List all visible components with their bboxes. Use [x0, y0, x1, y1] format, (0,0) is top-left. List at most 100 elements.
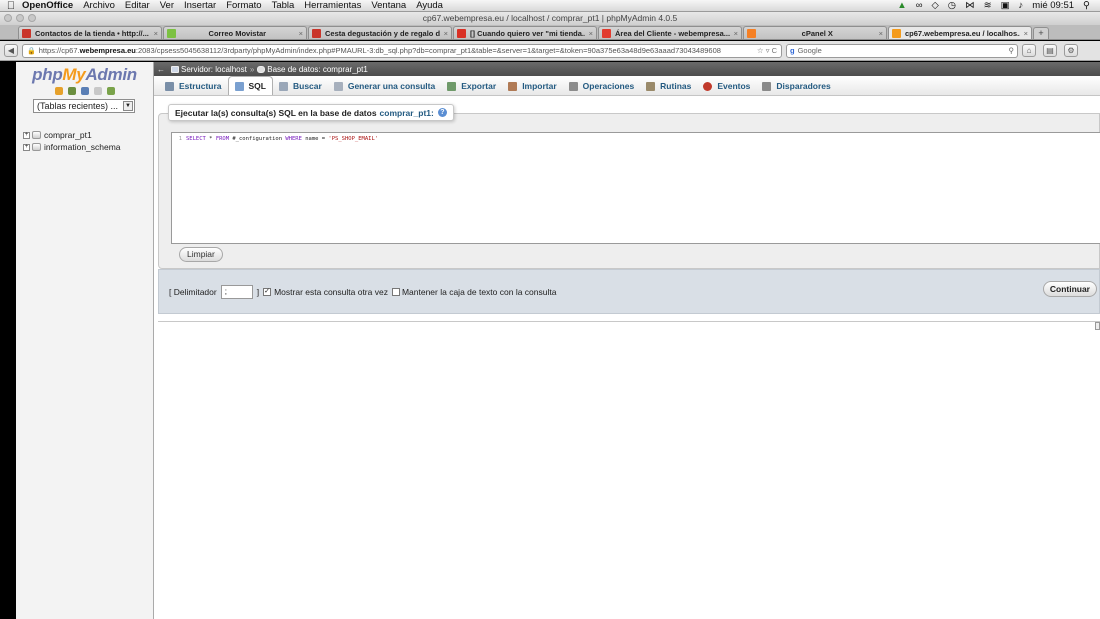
browser-tab[interactable]: Contactos de la tienda • http://... × [18, 26, 162, 39]
chevron-down-icon: ▼ [123, 101, 133, 111]
tab-sql[interactable]: SQL [227, 76, 273, 95]
db-tree-item[interactable]: + information_schema [23, 141, 153, 153]
tab-label: Generar una consulta [347, 81, 436, 91]
new-tab-button[interactable]: + [1033, 27, 1049, 39]
browser-tab[interactable]: Correo Movistar × [163, 26, 307, 39]
reload-icon[interactable] [106, 87, 115, 95]
menu-tabla[interactable]: Tabla [272, 0, 295, 11]
browser-tab-active[interactable]: cp67.webempresa.eu / localhos... × [888, 26, 1032, 39]
expand-icon[interactable]: + [23, 143, 30, 151]
delimiter-input[interactable]: ; [220, 284, 253, 299]
browser-tab[interactable]: Cesta degustación y de regalo d... × [308, 26, 452, 39]
url-domain: webempresa.eu [79, 46, 136, 55]
close-tab-icon[interactable]: × [444, 29, 448, 38]
tab-eventos[interactable]: Eventos [697, 77, 756, 95]
gmail-icon [457, 28, 466, 38]
close-tab-icon[interactable]: × [154, 29, 158, 38]
time-machine-icon[interactable]: ◷ [948, 0, 956, 11]
search-bar[interactable]: g Google ⚲ [786, 43, 1018, 58]
menu-formato[interactable]: Formato [226, 0, 261, 11]
collapse-panel-icon[interactable]: ← [157, 65, 165, 74]
documentation-icon[interactable] [93, 87, 102, 95]
structure-icon [165, 81, 174, 91]
display-icon[interactable]: ▣ [1001, 0, 1010, 11]
keep-textbox-checkbox[interactable] [391, 287, 400, 296]
menu-ventana[interactable]: Ventana [371, 0, 406, 11]
creative-cloud-icon[interactable]: ∞ [916, 0, 923, 11]
keep-textbox-label[interactable]: Mantener la caja de texto con la consult… [402, 287, 557, 297]
tab-buscar[interactable]: Buscar [273, 77, 328, 95]
tab-importar[interactable]: Importar [502, 77, 562, 95]
db-tree-item[interactable]: + comprar_pt1 [23, 129, 153, 141]
zoom-window-icon[interactable] [28, 14, 36, 22]
favicon-icon [602, 28, 611, 38]
close-tab-icon[interactable]: × [734, 29, 738, 38]
clock[interactable]: mié 09:51 [1032, 0, 1074, 11]
wifi-icon[interactable]: ≋ [984, 0, 992, 11]
sql-keyword: SELECT [186, 136, 206, 142]
phpmyadmin-logo[interactable]: phpMyAdmin [16, 65, 153, 85]
close-tab-icon[interactable]: × [589, 29, 593, 38]
dropbox-icon[interactable]: ◇ [931, 0, 938, 11]
app-menu[interactable]: OpenOffice [22, 0, 73, 11]
menu-insertar[interactable]: Insertar [184, 0, 216, 11]
menu-archivo[interactable]: Archivo [83, 0, 115, 11]
show-query-checkbox[interactable]: ✓ [263, 287, 272, 296]
close-tab-icon[interactable]: × [879, 29, 883, 38]
favicon-icon [167, 28, 176, 38]
browser-tab-title: Correo Movistar [208, 28, 267, 38]
tab-operaciones[interactable]: Operaciones [563, 77, 641, 95]
browser-tab[interactable]: [] Cuando quiero ver "mi tienda... × [453, 26, 597, 39]
menu-herramientas[interactable]: Herramientas [304, 0, 361, 11]
close-window-icon[interactable] [4, 14, 12, 22]
breadcrumb-database[interactable]: Base de datos: comprar_pt1 [267, 65, 368, 74]
search-icon[interactable]: ⚲ [1009, 46, 1015, 55]
breadcrumb-server[interactable]: Servidor: localhost [181, 65, 247, 74]
tab-rutinas[interactable]: Rutinas [640, 77, 697, 95]
volume-icon[interactable]: ♪ [1019, 0, 1024, 11]
url-bar[interactable]: 🔒 https://cp67. webempresa.eu:2083/cpsess… [22, 43, 782, 58]
legend-db-link[interactable]: comprar_pt1: [380, 108, 434, 118]
bookmark-star-icon[interactable]: ☆ ▿ C [751, 46, 777, 55]
help-icon[interactable]: ? [437, 108, 447, 117]
menu-ayuda[interactable]: Ayuda [416, 0, 443, 11]
settings-icon[interactable]: ⚙ [1064, 44, 1078, 57]
bluetooth-icon[interactable]: ⋈ [965, 0, 975, 11]
back-button[interactable]: ◀ [4, 44, 18, 57]
query-window-icon[interactable] [80, 87, 89, 95]
browser-tab[interactable]: Área del Cliente - webempresa... × [598, 26, 742, 39]
sql-query-editor[interactable]: 1 SELECT * FROM #_configuration WHERE nam… [171, 132, 1100, 244]
tab-disparadores[interactable]: Disparadores [756, 77, 836, 95]
go-button[interactable]: Continuar [1042, 281, 1097, 297]
home-icon[interactable]: ⌂ [1022, 44, 1036, 57]
close-tab-icon[interactable]: × [299, 29, 303, 38]
logout-icon[interactable] [67, 87, 76, 95]
menu-ver[interactable]: Ver [160, 0, 174, 11]
window-menu-icon[interactable]: ▤ [1043, 44, 1057, 57]
close-tab-icon[interactable]: × [1024, 29, 1028, 38]
spotlight-search-icon[interactable]: ⚲ [1083, 0, 1090, 11]
sync-icon[interactable]: ▲ [897, 0, 906, 11]
apple-icon[interactable]:  [0, 0, 22, 11]
browser-tab[interactable]: cPanel X × [743, 26, 887, 39]
browser-tab-title: [] Cuando quiero ver "mi tienda... [470, 28, 585, 38]
db-tree-item-label[interactable]: information_schema [44, 142, 121, 152]
scroll-handle[interactable] [1095, 322, 1100, 330]
legend-text: Ejecutar la(s) consulta(s) SQL en la bas… [175, 107, 377, 118]
show-query-label[interactable]: Mostrar esta consulta otra vez [274, 287, 388, 297]
home-icon[interactable] [54, 87, 63, 95]
menu-editar[interactable]: Editar [125, 0, 150, 11]
clear-button[interactable]: Limpiar [179, 247, 223, 262]
logo-my: My [62, 65, 86, 84]
tab-estructura[interactable]: Estructura [159, 77, 228, 95]
toolbar-buttons: ⌂ ▤ ⚙ [1022, 44, 1082, 57]
db-tree-item-label[interactable]: comprar_pt1 [44, 130, 92, 140]
status-icons: ▲ ∞ ◇ ◷ ⋈ ≋ ▣ ♪ mié 09:51 ⚲ [897, 0, 1100, 11]
recent-tables-select[interactable]: (Tablas recientes) ... ▼ [33, 99, 135, 113]
tab-generar-consulta[interactable]: Generar una consulta [328, 77, 441, 95]
tab-exportar[interactable]: Exportar [441, 77, 502, 95]
minimize-window-icon[interactable] [16, 14, 24, 22]
expand-icon[interactable]: + [23, 131, 30, 139]
browser-tab-title: cp67.webempresa.eu / localhos... [905, 28, 1020, 38]
browser-tab-title: Cesta degustación y de regalo d... [325, 28, 440, 38]
